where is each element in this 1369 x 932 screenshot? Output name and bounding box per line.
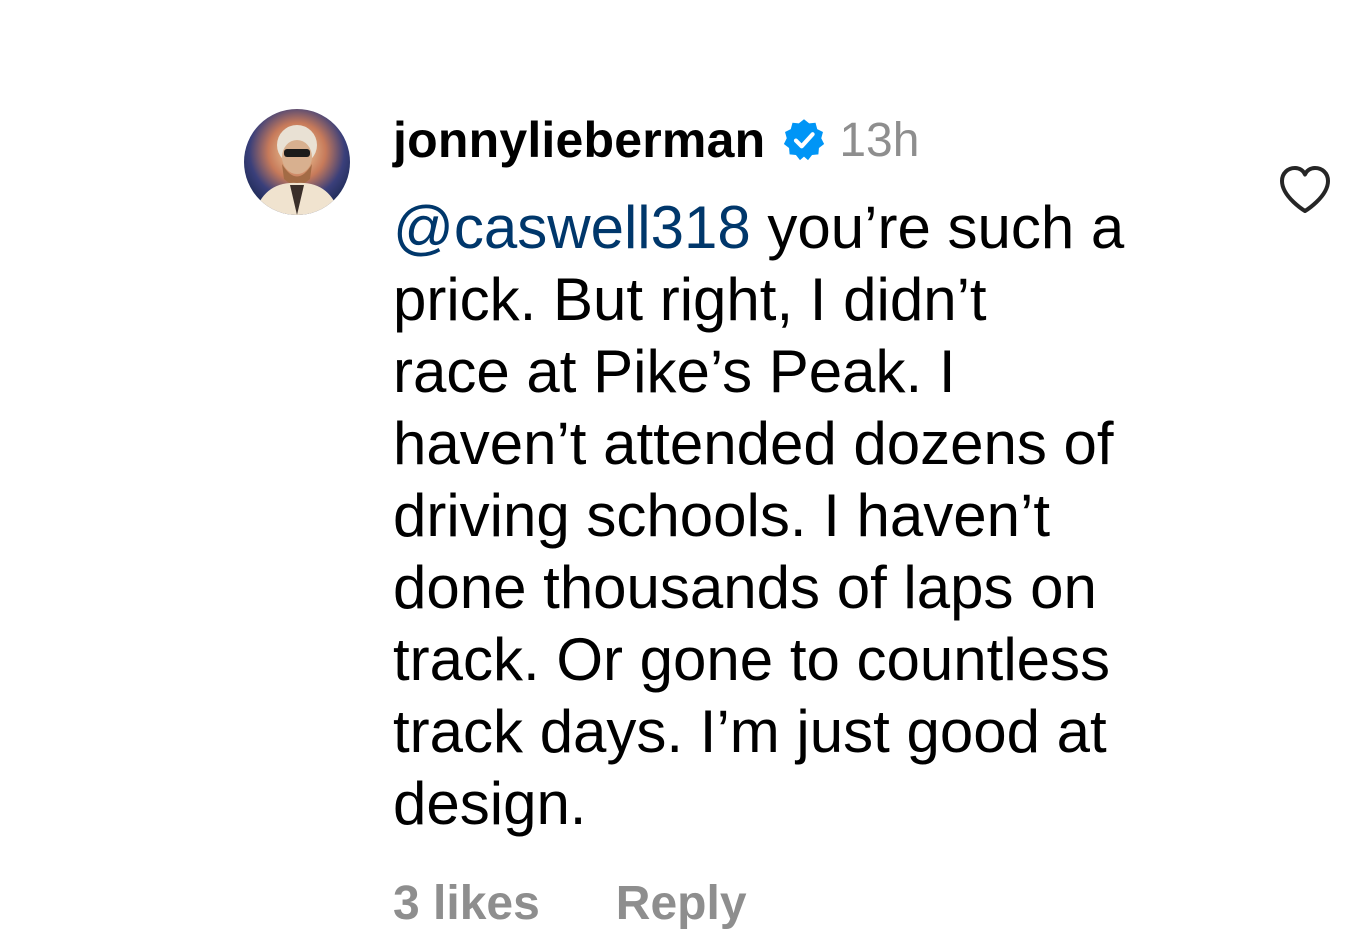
comment-header: jonnylieberman 13h xyxy=(393,106,1253,174)
username-link[interactable]: jonnylieberman xyxy=(393,111,765,169)
avatar-image xyxy=(244,109,350,215)
comment-line: track days. I’m just good at xyxy=(393,698,1107,765)
reply-button[interactable]: Reply xyxy=(616,876,747,931)
mention-link[interactable]: @caswell318 xyxy=(393,194,751,261)
comment-line: prick. But right, I didn’t xyxy=(393,266,987,333)
verified-badge-icon xyxy=(781,117,827,163)
likes-count-button[interactable]: 3 likes xyxy=(393,876,540,931)
comment-line: @caswell318 you’re such a xyxy=(393,192,1213,264)
comment-line-text: you’re such a xyxy=(750,194,1125,261)
avatar[interactable] xyxy=(244,109,350,215)
comment-line: haven’t attended dozens of xyxy=(393,410,1114,477)
comment: jonnylieberman 13h @caswell318 you’re su… xyxy=(0,0,1369,932)
comment-line: race at Pike’s Peak. I xyxy=(393,338,956,405)
comment-body: jonnylieberman 13h @caswell318 you’re su… xyxy=(393,106,1253,840)
comment-line: design. xyxy=(393,770,587,837)
comment-line: track. Or gone to countless xyxy=(393,626,1111,693)
comment-line: done thousands of laps on xyxy=(393,554,1097,621)
heart-outline-icon[interactable] xyxy=(1277,164,1333,216)
comment-line: driving schools. I haven’t xyxy=(393,482,1051,549)
comment-footer: 3 likes Reply xyxy=(393,876,747,931)
timestamp: 13h xyxy=(839,113,920,167)
comment-text: @caswell318 you’re such a prick. But rig… xyxy=(393,192,1213,840)
